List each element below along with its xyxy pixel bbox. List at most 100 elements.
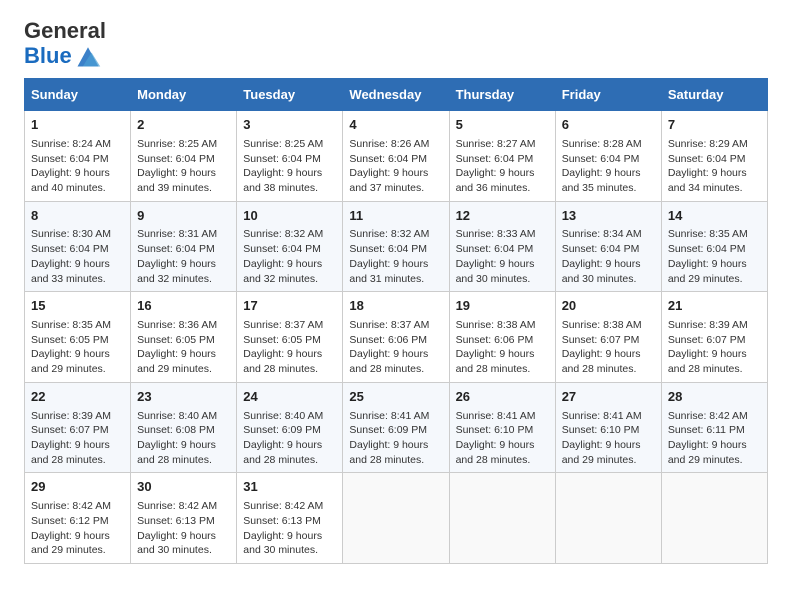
- weekday-header-row: SundayMondayTuesdayWednesdayThursdayFrid…: [25, 79, 768, 111]
- day-number: 3: [243, 116, 336, 135]
- calendar-cell: 30 Sunrise: 8:42 AM Sunset: 6:13 PM Dayli…: [131, 473, 237, 564]
- day-info: Sunrise: 8:39 AM Sunset: 6:07 PM Dayligh…: [668, 318, 761, 377]
- logo-icon: [74, 42, 102, 70]
- weekday-header-tuesday: Tuesday: [237, 79, 343, 111]
- day-number: 29: [31, 478, 124, 497]
- day-info: Sunrise: 8:38 AM Sunset: 6:06 PM Dayligh…: [456, 318, 549, 377]
- day-info: Sunrise: 8:24 AM Sunset: 6:04 PM Dayligh…: [31, 137, 124, 196]
- day-number: 21: [668, 297, 761, 316]
- day-info: Sunrise: 8:26 AM Sunset: 6:04 PM Dayligh…: [349, 137, 442, 196]
- weekday-header-friday: Friday: [555, 79, 661, 111]
- day-info: Sunrise: 8:42 AM Sunset: 6:13 PM Dayligh…: [137, 499, 230, 558]
- page-wrapper: General Blue SundayMondayTuesdayWednesda…: [24, 20, 768, 564]
- day-info: Sunrise: 8:41 AM Sunset: 6:09 PM Dayligh…: [349, 409, 442, 468]
- week-row-3: 15 Sunrise: 8:35 AM Sunset: 6:05 PM Dayli…: [25, 292, 768, 383]
- day-number: 6: [562, 116, 655, 135]
- day-number: 22: [31, 388, 124, 407]
- day-info: Sunrise: 8:25 AM Sunset: 6:04 PM Dayligh…: [137, 137, 230, 196]
- day-info: Sunrise: 8:33 AM Sunset: 6:04 PM Dayligh…: [456, 227, 549, 286]
- day-info: Sunrise: 8:37 AM Sunset: 6:06 PM Dayligh…: [349, 318, 442, 377]
- day-number: 1: [31, 116, 124, 135]
- calendar-cell: 27 Sunrise: 8:41 AM Sunset: 6:10 PM Dayli…: [555, 382, 661, 473]
- day-info: Sunrise: 8:29 AM Sunset: 6:04 PM Dayligh…: [668, 137, 761, 196]
- calendar-cell: 13Sunrise: 8:34 AM Sunset: 6:04 PM Dayli…: [555, 201, 661, 292]
- calendar-cell: 3Sunrise: 8:25 AM Sunset: 6:04 PM Daylig…: [237, 111, 343, 202]
- day-number: 12: [456, 207, 549, 226]
- day-number: 8: [31, 207, 124, 226]
- day-number: 16: [137, 297, 230, 316]
- day-info: Sunrise: 8:42 AM Sunset: 6:13 PM Dayligh…: [243, 499, 336, 558]
- day-number: 17: [243, 297, 336, 316]
- calendar-cell: 2Sunrise: 8:25 AM Sunset: 6:04 PM Daylig…: [131, 111, 237, 202]
- day-info: Sunrise: 8:28 AM Sunset: 6:04 PM Dayligh…: [562, 137, 655, 196]
- week-row-4: 22 Sunrise: 8:39 AM Sunset: 6:07 PM Dayli…: [25, 382, 768, 473]
- calendar-cell: 25Sunrise: 8:41 AM Sunset: 6:09 PM Dayli…: [343, 382, 449, 473]
- calendar-cell: 6 Sunrise: 8:28 AM Sunset: 6:04 PM Daylig…: [555, 111, 661, 202]
- calendar-cell: 20 Sunrise: 8:38 AM Sunset: 6:07 PM Dayli…: [555, 292, 661, 383]
- day-info: Sunrise: 8:42 AM Sunset: 6:12 PM Dayligh…: [31, 499, 124, 558]
- day-number: 9: [137, 207, 230, 226]
- day-info: Sunrise: 8:40 AM Sunset: 6:08 PM Dayligh…: [137, 409, 230, 468]
- day-number: 23: [137, 388, 230, 407]
- calendar-cell: 29 Sunrise: 8:42 AM Sunset: 6:12 PM Dayli…: [25, 473, 131, 564]
- calendar-cell: 17Sunrise: 8:37 AM Sunset: 6:05 PM Dayli…: [237, 292, 343, 383]
- week-row-2: 8Sunrise: 8:30 AM Sunset: 6:04 PM Daylig…: [25, 201, 768, 292]
- day-number: 28: [668, 388, 761, 407]
- day-number: 20: [562, 297, 655, 316]
- calendar-cell: 1 Sunrise: 8:24 AM Sunset: 6:04 PM Daylig…: [25, 111, 131, 202]
- calendar-cell: 19 Sunrise: 8:38 AM Sunset: 6:06 PM Dayli…: [449, 292, 555, 383]
- calendar-cell: [449, 473, 555, 564]
- header: General Blue: [24, 20, 768, 70]
- calendar-cell: 8Sunrise: 8:30 AM Sunset: 6:04 PM Daylig…: [25, 201, 131, 292]
- weekday-header-saturday: Saturday: [661, 79, 767, 111]
- calendar-cell: 23 Sunrise: 8:40 AM Sunset: 6:08 PM Dayli…: [131, 382, 237, 473]
- calendar-cell: 15 Sunrise: 8:35 AM Sunset: 6:05 PM Dayli…: [25, 292, 131, 383]
- calendar-cell: 22 Sunrise: 8:39 AM Sunset: 6:07 PM Dayli…: [25, 382, 131, 473]
- calendar-cell: 26Sunrise: 8:41 AM Sunset: 6:10 PM Dayli…: [449, 382, 555, 473]
- day-number: 31: [243, 478, 336, 497]
- day-info: Sunrise: 8:38 AM Sunset: 6:07 PM Dayligh…: [562, 318, 655, 377]
- calendar-table: SundayMondayTuesdayWednesdayThursdayFrid…: [24, 78, 768, 564]
- day-number: 15: [31, 297, 124, 316]
- weekday-header-monday: Monday: [131, 79, 237, 111]
- day-number: 11: [349, 207, 442, 226]
- day-info: Sunrise: 8:36 AM Sunset: 6:05 PM Dayligh…: [137, 318, 230, 377]
- day-number: 30: [137, 478, 230, 497]
- day-info: Sunrise: 8:35 AM Sunset: 6:05 PM Dayligh…: [31, 318, 124, 377]
- calendar-cell: 5Sunrise: 8:27 AM Sunset: 6:04 PM Daylig…: [449, 111, 555, 202]
- day-number: 24: [243, 388, 336, 407]
- calendar-cell: [343, 473, 449, 564]
- calendar-cell: [661, 473, 767, 564]
- calendar-cell: 12Sunrise: 8:33 AM Sunset: 6:04 PM Dayli…: [449, 201, 555, 292]
- week-row-1: 1 Sunrise: 8:24 AM Sunset: 6:04 PM Daylig…: [25, 111, 768, 202]
- logo-general: General: [24, 20, 106, 42]
- day-number: 26: [456, 388, 549, 407]
- calendar-cell: 4 Sunrise: 8:26 AM Sunset: 6:04 PM Daylig…: [343, 111, 449, 202]
- day-number: 10: [243, 207, 336, 226]
- calendar-cell: 11Sunrise: 8:32 AM Sunset: 6:04 PM Dayli…: [343, 201, 449, 292]
- day-info: Sunrise: 8:32 AM Sunset: 6:04 PM Dayligh…: [349, 227, 442, 286]
- day-info: Sunrise: 8:39 AM Sunset: 6:07 PM Dayligh…: [31, 409, 124, 468]
- day-info: Sunrise: 8:41 AM Sunset: 6:10 PM Dayligh…: [562, 409, 655, 468]
- calendar-cell: 7Sunrise: 8:29 AM Sunset: 6:04 PM Daylig…: [661, 111, 767, 202]
- calendar-cell: 21 Sunrise: 8:39 AM Sunset: 6:07 PM Dayli…: [661, 292, 767, 383]
- day-number: 18: [349, 297, 442, 316]
- day-number: 13: [562, 207, 655, 226]
- calendar-cell: 31 Sunrise: 8:42 AM Sunset: 6:13 PM Dayli…: [237, 473, 343, 564]
- day-info: Sunrise: 8:32 AM Sunset: 6:04 PM Dayligh…: [243, 227, 336, 286]
- weekday-header-wednesday: Wednesday: [343, 79, 449, 111]
- calendar-cell: 16 Sunrise: 8:36 AM Sunset: 6:05 PM Dayli…: [131, 292, 237, 383]
- day-number: 19: [456, 297, 549, 316]
- weekday-header-sunday: Sunday: [25, 79, 131, 111]
- day-number: 27: [562, 388, 655, 407]
- day-number: 14: [668, 207, 761, 226]
- day-number: 5: [456, 116, 549, 135]
- calendar-cell: 14Sunrise: 8:35 AM Sunset: 6:04 PM Dayli…: [661, 201, 767, 292]
- week-row-5: 29 Sunrise: 8:42 AM Sunset: 6:12 PM Dayli…: [25, 473, 768, 564]
- calendar-cell: 18 Sunrise: 8:37 AM Sunset: 6:06 PM Dayli…: [343, 292, 449, 383]
- calendar-cell: 24Sunrise: 8:40 AM Sunset: 6:09 PM Dayli…: [237, 382, 343, 473]
- day-info: Sunrise: 8:31 AM Sunset: 6:04 PM Dayligh…: [137, 227, 230, 286]
- day-number: 4: [349, 116, 442, 135]
- weekday-header-thursday: Thursday: [449, 79, 555, 111]
- day-info: Sunrise: 8:42 AM Sunset: 6:11 PM Dayligh…: [668, 409, 761, 468]
